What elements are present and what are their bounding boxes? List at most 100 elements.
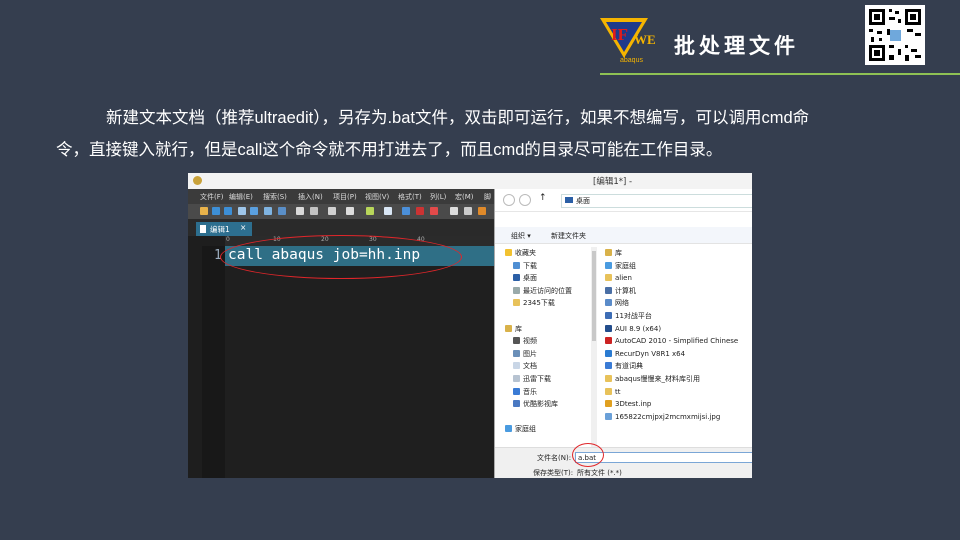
filetype-label: 保存类型(T): <box>533 469 574 477</box>
copy-icon[interactable] <box>310 207 318 215</box>
tree-item-2345[interactable]: 2345下载 <box>505 297 585 310</box>
print-icon[interactable] <box>278 207 286 215</box>
recent-icon <box>513 286 520 294</box>
ruler-mark: 0 <box>226 236 230 243</box>
file-item[interactable]: AUI 8.9 (x64) <box>605 323 738 336</box>
file-item[interactable]: alien <box>605 272 738 285</box>
editor-tab-bar: 编辑1 × <box>188 219 494 236</box>
tree-item-music[interactable]: 音乐 <box>505 386 585 399</box>
window-title: [编辑1*] - <box>593 177 633 187</box>
menu-edit[interactable]: 编辑(E) <box>229 192 253 202</box>
file-item[interactable]: abaqus慢慢来_材料库引用 <box>605 373 738 386</box>
menu-format[interactable]: 格式(T) <box>398 192 422 202</box>
folder-icon <box>605 387 612 395</box>
save-icon[interactable] <box>250 207 258 215</box>
folder-icon <box>605 374 612 382</box>
filetype-select[interactable]: 所有文件 (*.*) <box>577 468 622 478</box>
menu-search[interactable]: 搜索(S) <box>263 192 287 202</box>
column-icon[interactable] <box>366 207 374 215</box>
folder-icon <box>513 299 520 307</box>
menu-script[interactable]: 脚 <box>484 192 491 202</box>
file-item[interactable]: RecurDyn V8R1 x64 <box>605 348 738 361</box>
tree-item-downloads[interactable]: 下载 <box>505 260 585 273</box>
file-item[interactable]: 11对战平台 <box>605 310 738 323</box>
picture-icon <box>513 349 520 357</box>
tree-item-videos[interactable]: 视频 <box>505 335 585 348</box>
stop-icon[interactable] <box>416 207 424 215</box>
folder-icon <box>605 274 612 282</box>
tab-editor-1[interactable]: 编辑1 × <box>196 222 252 236</box>
file-item[interactable]: AutoCAD 2010 - Simplified Chinese <box>605 335 738 348</box>
back-icon[interactable] <box>503 194 515 206</box>
editor-menu-bar: 文件(F) 编辑(E) 搜索(S) 插入(N) 项目(P) 视图(V) 格式(T… <box>188 189 494 204</box>
tree-item-libraries[interactable]: 库 <box>505 323 585 336</box>
tree-scrollbar[interactable] <box>591 247 597 452</box>
desktop-icon <box>513 274 520 282</box>
cut-icon[interactable] <box>296 207 304 215</box>
address-text: 桌面 <box>576 197 590 205</box>
tree-item-youku[interactable]: 优酷影视库 <box>505 398 585 411</box>
up-icon[interactable]: ↑ <box>539 193 547 203</box>
close-x-icon[interactable] <box>450 207 458 215</box>
record-icon[interactable] <box>430 207 438 215</box>
tab-close-icon[interactable]: × <box>240 223 246 232</box>
menu-insert[interactable]: 插入(N) <box>298 192 323 202</box>
dialog-command-bar: 组织 ▾ 新建文件夹 <box>495 227 752 244</box>
file-item[interactable]: 3Dtest.inp <box>605 398 738 411</box>
file-item[interactable]: 库 <box>605 247 738 260</box>
tree-item-documents[interactable]: 文档 <box>505 360 585 373</box>
paste-icon[interactable] <box>328 207 336 215</box>
dialog-nav-bar: ↑ 桌面 <box>495 189 752 212</box>
run-icon[interactable] <box>478 207 486 215</box>
music-icon <box>513 387 520 395</box>
menu-macro[interactable]: 宏(M) <box>455 192 474 202</box>
file-item[interactable]: 有道词典 <box>605 360 738 373</box>
qr-code <box>865 5 925 65</box>
dictionary-icon <box>605 362 612 370</box>
tool-icon[interactable] <box>464 207 472 215</box>
file-item[interactable]: tt <box>605 386 738 399</box>
save-as-dialog: ↑ 桌面 组织 ▾ 新建文件夹 收藏夹 下载 桌面 最近访问的位置 2345下载… <box>494 189 752 478</box>
library-icon <box>605 249 612 256</box>
tree-item-homegroup[interactable]: 家庭组 <box>505 423 585 436</box>
header-divider <box>600 73 960 75</box>
code-editor[interactable] <box>225 246 494 478</box>
new-file-icon[interactable] <box>200 207 208 215</box>
hex-icon[interactable] <box>384 207 392 215</box>
file-item[interactable]: 计算机 <box>605 285 738 298</box>
organize-button[interactable]: 组织 ▾ <box>511 231 531 241</box>
forward-icon[interactable] <box>224 207 232 215</box>
document-icon <box>513 362 520 370</box>
open-icon[interactable] <box>238 207 246 215</box>
menu-column[interactable]: 列(L) <box>430 192 446 202</box>
folder-icon <box>513 374 520 382</box>
tree-item-favorites[interactable]: 收藏夹 <box>505 247 585 260</box>
line-gutter <box>202 246 225 478</box>
back-icon[interactable] <box>212 207 220 215</box>
homegroup-icon <box>505 425 512 433</box>
file-list: 库 家庭组 alien 计算机 网络 11对战平台 AUI 8.9 (x64) … <box>605 247 738 423</box>
new-folder-button[interactable]: 新建文件夹 <box>551 231 586 241</box>
save-all-icon[interactable] <box>264 207 272 215</box>
menu-project[interactable]: 项目(P) <box>333 192 357 202</box>
find-icon[interactable] <box>346 207 354 215</box>
tree-item-desktop[interactable]: 桌面 <box>505 272 585 285</box>
forward-icon[interactable] <box>519 194 531 206</box>
file-item[interactable]: 家庭组 <box>605 260 738 273</box>
desktop-icon <box>565 197 573 203</box>
menu-view[interactable]: 视图(V) <box>365 192 389 202</box>
address-bar[interactable]: 桌面 <box>561 194 752 208</box>
library-icon <box>505 324 512 332</box>
tree-item-recent[interactable]: 最近访问的位置 <box>505 285 585 298</box>
file-item[interactable]: 165822cmjpxj2mcmxmijsi.jpg <box>605 411 738 424</box>
tree-item-pictures[interactable]: 图片 <box>505 348 585 361</box>
autocad-icon <box>605 337 612 345</box>
editor-toolbar <box>188 204 494 219</box>
document-icon <box>200 225 206 233</box>
browser-icon[interactable] <box>402 207 410 215</box>
scrollbar-thumb[interactable] <box>592 251 596 341</box>
file-item[interactable]: 网络 <box>605 297 738 310</box>
tree-item-xunlei[interactable]: 迅雷下载 <box>505 373 585 386</box>
menu-file[interactable]: 文件(F) <box>200 192 224 202</box>
